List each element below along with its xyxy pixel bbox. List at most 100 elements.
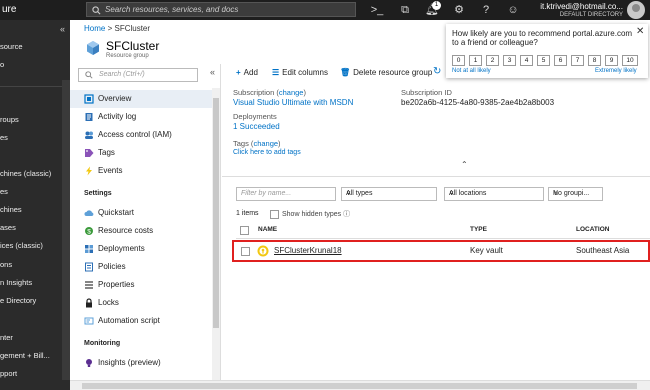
tags-change-link[interactable]: change — [253, 139, 278, 148]
show-hidden-types-checkbox[interactable] — [270, 209, 279, 219]
resource-name-link[interactable]: SFClusterKrunal18 — [274, 246, 342, 255]
breadcrumb-home[interactable]: Home — [84, 24, 105, 33]
survey-question: How likely are you to recommend portal.a… — [452, 29, 633, 47]
insights-bulb-icon — [86, 359, 92, 367]
svg-text:$: $ — [87, 229, 91, 236]
survey-score-8[interactable]: 8 — [588, 55, 601, 66]
essentials-divider — [222, 176, 650, 177]
menu-item-quickstart[interactable]: Quickstart — [70, 204, 213, 222]
nav-item-help-support[interactable]: pport — [0, 369, 17, 378]
survey-score-7[interactable]: 7 — [571, 55, 584, 66]
feedback-smiley-icon[interactable]: ☺ — [506, 3, 520, 17]
delete-resource-group-button[interactable]: 🗑︎ Delete resource group — [340, 68, 432, 77]
feedback-survey-popup: How likely are you to recommend portal.a… — [446, 24, 648, 78]
portal-brand[interactable]: ure — [2, 4, 16, 15]
menu-item-policies[interactable]: Policies — [70, 258, 213, 276]
table-row[interactable]: SFClusterKrunal18 Key vault Southeast As… — [232, 240, 650, 262]
menu-item-events[interactable]: Events — [70, 162, 213, 180]
show-hidden-types-toggle[interactable]: Show hidden types ⓘ — [270, 209, 350, 219]
nav-collapse-icon[interactable]: « — [60, 24, 65, 34]
menu-scrollbar[interactable] — [212, 88, 220, 388]
nav-item-app-services[interactable]: es — [0, 187, 8, 196]
show-hidden-types-label: Show hidden types — [282, 211, 342, 218]
help-icon[interactable]: ? — [479, 3, 493, 17]
settings-gear-icon[interactable]: ⚙ — [452, 3, 466, 17]
subscription-value[interactable]: Visual Studio Ultimate with MSDN — [233, 98, 353, 107]
nav-item-all-resources[interactable]: es — [0, 133, 8, 142]
nav-item-app-insights[interactable]: n Insights — [0, 278, 32, 287]
filter-by-name-input[interactable]: Filter by name... — [236, 187, 336, 201]
menu-collapse-icon[interactable]: « — [210, 67, 215, 77]
nav-item-cloud-services[interactable]: ices (classic) — [0, 241, 43, 250]
cloud-shell-icon[interactable]: >_ — [370, 3, 384, 17]
directory-filter-icon[interactable]: ⧉ — [398, 3, 412, 17]
menu-item-deployments[interactable]: Deployments — [70, 240, 213, 258]
columns-icon: ☰ — [272, 68, 280, 77]
menu-item-resource-costs[interactable]: $ Resource costs — [70, 222, 213, 240]
survey-score-3[interactable]: 3 — [503, 55, 516, 66]
nav-item-security-center[interactable]: nter — [0, 333, 13, 342]
items-count: 1 items — [236, 210, 259, 217]
nav-item-virtual-machines[interactable]: chines — [0, 205, 22, 214]
close-icon[interactable]: ✕ — [636, 26, 644, 37]
collapse-essentials-chevron-icon[interactable]: ⌃ — [461, 160, 468, 169]
survey-score-9[interactable]: 9 — [605, 55, 618, 66]
menu-search-placeholder: Search (Ctrl+/) — [99, 71, 145, 78]
nav-item-vm-classic[interactable]: chines (classic) — [0, 169, 51, 178]
nav-item-active-directory[interactable]: e Directory — [0, 296, 36, 305]
delete-label: Delete resource group — [353, 68, 433, 77]
subscription-label: Subscription (change) — [233, 88, 306, 97]
edit-columns-button[interactable]: ☰ Edit columns — [272, 68, 328, 77]
menu-item-overview[interactable]: Overview — [70, 90, 213, 108]
properties-icon — [85, 281, 93, 289]
left-nav: « source o roups es chines (classic) es … — [0, 20, 70, 390]
subscription-id-label: Subscription ID — [401, 88, 452, 97]
horizontal-scrollbar[interactable] — [70, 380, 650, 390]
chevron-down-icon: ∨ — [449, 190, 455, 197]
column-header-location[interactable]: LOCATION — [576, 226, 609, 233]
column-header-name[interactable]: NAME — [258, 226, 277, 233]
survey-score-6[interactable]: 6 — [554, 55, 567, 66]
resource-menu: Search (Ctrl+/) « Overview Activity log … — [70, 64, 221, 390]
add-button[interactable]: + Add — [236, 68, 258, 77]
menu-item-automation-script[interactable]: Automation script — [70, 312, 213, 330]
menu-item-tags[interactable]: Tags — [70, 144, 213, 162]
subscription-change-link[interactable]: change — [279, 88, 304, 97]
filter-placeholder: Filter by name... — [241, 190, 292, 197]
select-all-checkbox[interactable] — [240, 226, 249, 235]
survey-score-0[interactable]: 0 — [452, 55, 465, 66]
overview-icon — [84, 94, 94, 104]
survey-score-1[interactable]: 1 — [469, 55, 482, 66]
survey-score-2[interactable]: 2 — [486, 55, 499, 66]
nav-item-create-resource[interactable]: source — [0, 42, 23, 51]
locations-dropdown[interactable]: All locations ∨ — [444, 187, 544, 201]
global-search-input[interactable]: Search resources, services, and docs — [86, 2, 356, 17]
survey-score-4[interactable]: 4 — [520, 55, 533, 66]
nav-item-subscriptions[interactable]: ons — [0, 260, 12, 269]
menu-item-properties[interactable]: Properties — [70, 276, 213, 294]
survey-score-5[interactable]: 5 — [537, 55, 550, 66]
nav-item-home[interactable]: o — [0, 60, 4, 69]
nav-item-cost-management[interactable]: gement + Bill... — [0, 351, 50, 360]
subscription-id-value: be202a6b-4125-4a80-9385-2ae4b2a8b003 — [401, 98, 555, 107]
menu-scrollbar-thumb[interactable] — [213, 98, 219, 328]
menu-item-activity-log[interactable]: Activity log — [70, 108, 213, 126]
row-checkbox[interactable] — [241, 247, 250, 256]
horizontal-scrollbar-thumb[interactable] — [82, 383, 637, 389]
grouping-dropdown[interactable]: No groupi... ∨ — [548, 187, 603, 201]
menu-item-access-control[interactable]: Access control (IAM) — [70, 126, 213, 144]
nav-item-sql-databases[interactable]: ases — [0, 223, 16, 232]
menu-search-input[interactable]: Search (Ctrl+/) — [78, 68, 198, 82]
refresh-icon[interactable]: ↻ — [433, 66, 441, 77]
avatar[interactable] — [627, 1, 645, 19]
nav-item-resource-groups[interactable]: roups — [0, 115, 19, 124]
menu-item-locks[interactable]: Locks — [70, 294, 213, 312]
column-header-type[interactable]: TYPE — [470, 226, 487, 233]
user-account[interactable]: it.ktrivedi@hotmail.co... DEFAULT DIRECT… — [528, 2, 623, 18]
types-dropdown[interactable]: All types ∨ — [341, 187, 437, 201]
add-tags-link[interactable]: Click here to add tags — [233, 149, 301, 156]
nav-scrollbar[interactable] — [62, 80, 70, 380]
menu-item-insights[interactable]: Insights (preview) — [70, 354, 213, 372]
survey-score-10[interactable]: 10 — [622, 55, 638, 66]
deployments-value[interactable]: 1 Succeeded — [233, 122, 280, 131]
